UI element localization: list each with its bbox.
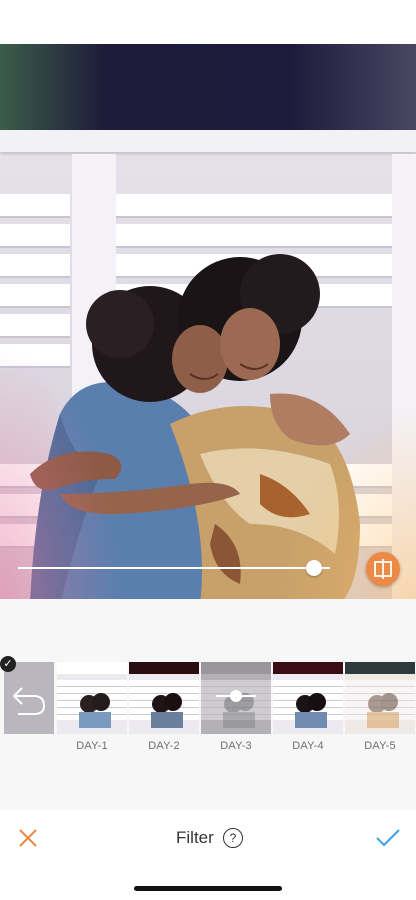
checkmark-icon (376, 829, 400, 847)
filter-tile-day-2[interactable] (129, 662, 199, 734)
filter-tile-day-5[interactable] (345, 662, 415, 734)
filter-tile-day-3[interactable] (201, 662, 271, 734)
home-indicator (134, 886, 282, 891)
light-leak-left (0, 344, 120, 599)
filter-label: DAY-2 (148, 740, 180, 752)
undo-tile[interactable] (4, 662, 54, 734)
intensity-slider-track[interactable] (18, 567, 330, 569)
filter-label: DAY-5 (364, 740, 396, 752)
filter-label: DAY-3 (220, 740, 252, 752)
couple-thumbnail (367, 693, 399, 728)
status-bar-area (0, 0, 416, 44)
filter-thumb-top (273, 662, 343, 674)
compare-button[interactable] (366, 552, 400, 586)
filter-thumb-top (57, 662, 127, 674)
confirm-button[interactable] (374, 826, 402, 850)
photo-top-band (0, 44, 416, 130)
couple-thumbnail (151, 693, 183, 728)
shutter-slat (0, 194, 70, 218)
filter-tile-day-4[interactable] (273, 662, 343, 734)
shutter-slat (116, 194, 392, 218)
couple-thumbnail (79, 693, 111, 728)
slider-adjust-icon (216, 690, 256, 702)
photo-canvas[interactable] (0, 44, 416, 599)
filter-label: DAY-4 (292, 740, 324, 752)
couple-thumbnail (295, 693, 327, 728)
undo-icon (12, 687, 46, 715)
check-badge-icon: ✓ (0, 656, 16, 672)
filter-thumb-top (129, 662, 199, 674)
filter-thumb-top (345, 662, 415, 674)
photo-ledge (0, 130, 416, 152)
close-icon (19, 829, 37, 847)
compare-icon (374, 559, 392, 579)
cancel-button[interactable] (16, 826, 40, 850)
filter-tile-day-1[interactable] (57, 662, 127, 734)
help-button[interactable]: ? (223, 828, 243, 848)
filter-label: DAY-1 (76, 740, 108, 752)
toolbar-title: Filter (176, 828, 214, 847)
filter-thumb-top (201, 662, 271, 674)
